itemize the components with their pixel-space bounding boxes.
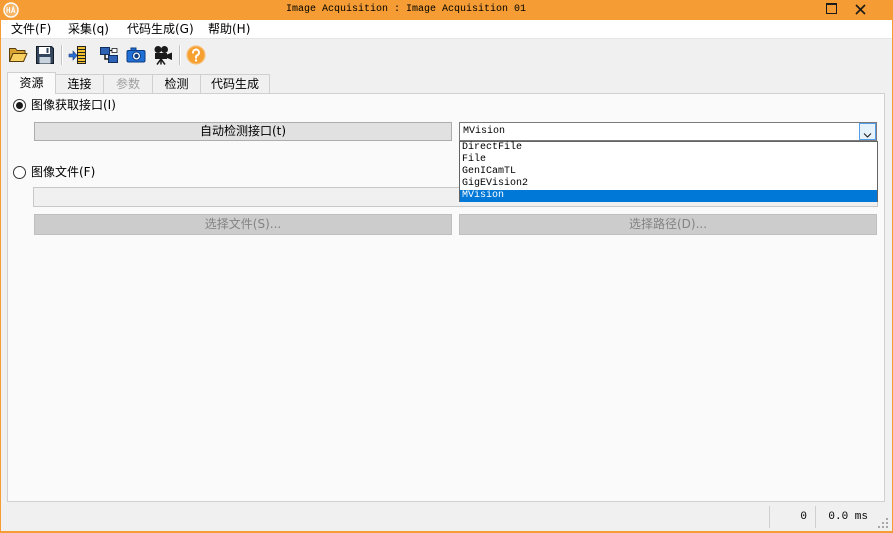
dropdown-option[interactable]: MVision: [460, 190, 877, 202]
toolbar-separator: [179, 45, 181, 65]
open-folder-icon: [8, 45, 28, 65]
close-icon: [855, 4, 866, 15]
select-path-button[interactable]: 选择路径(D)...: [459, 214, 877, 235]
minimize-button[interactable]: [790, 0, 817, 22]
connect-icon: [99, 45, 119, 65]
help-icon: [186, 45, 206, 65]
tab-connection[interactable]: 连接: [55, 74, 104, 93]
connect-button[interactable]: [98, 44, 120, 66]
maximize-button[interactable]: [817, 0, 845, 20]
select-file-button[interactable]: 选择文件(S)...: [34, 214, 452, 235]
window-border-left[interactable]: [0, 20, 1, 533]
title-bar[interactable]: Image Acquisition : Image Acquisition 01: [0, 0, 893, 22]
snap-button[interactable]: [125, 44, 147, 66]
interface-radio-button[interactable]: [13, 99, 26, 112]
minimize-icon: [801, 11, 811, 22]
save-icon: [35, 45, 55, 65]
dropdown-option[interactable]: File: [460, 154, 877, 166]
menu-help[interactable]: 帮助(H): [205, 20, 253, 38]
combobox-dropdown-button[interactable]: [859, 123, 876, 140]
save-button[interactable]: [34, 44, 56, 66]
live-button[interactable]: [152, 44, 174, 66]
live-icon: [153, 45, 173, 65]
dropdown-option[interactable]: DirectFile: [460, 142, 877, 154]
chevron-down-icon: [863, 128, 872, 138]
menu-acquisition[interactable]: 采集(q): [65, 20, 112, 38]
menu-bar: 文件(F) 采集(q) 代码生成(G) 帮助(H): [1, 20, 892, 38]
interface-combobox[interactable]: MVision: [459, 122, 877, 141]
tab-inspect[interactable]: 检测: [152, 74, 201, 93]
autodetect-interfaces-button[interactable]: 自动检测接口(t): [34, 122, 452, 141]
window-title: Image Acquisition : Image Acquisition 01: [285, 4, 527, 15]
image-file-radio-label[interactable]: 图像文件(F): [31, 165, 95, 179]
close-button[interactable]: [845, 0, 891, 20]
dropdown-option[interactable]: GenICamTL: [460, 166, 877, 178]
detect-interface-icon: [68, 45, 88, 65]
resize-grip-icon[interactable]: [877, 517, 889, 529]
detect-interface-button[interactable]: [67, 44, 89, 66]
image-file-radio-button[interactable]: [13, 166, 26, 179]
menu-file[interactable]: 文件(F): [8, 20, 54, 38]
tab-code-generation[interactable]: 代码生成: [200, 74, 270, 93]
status-bar: [1, 503, 892, 531]
open-button[interactable]: [7, 44, 29, 66]
toolbar-separator: [61, 45, 63, 65]
maximize-icon: [826, 3, 837, 14]
combobox-value: MVision: [463, 126, 506, 137]
status-image-count: 0: [769, 506, 815, 528]
tab-resources[interactable]: 资源: [7, 72, 56, 94]
menu-code-generation[interactable]: 代码生成(G): [124, 20, 197, 38]
snap-icon: [126, 45, 146, 65]
status-acquisition-time: 0.0 ms: [815, 506, 876, 528]
dropdown-option[interactable]: GigEVision2: [460, 178, 877, 190]
toolbar: [1, 38, 892, 69]
tab-parameters[interactable]: 参数: [103, 74, 153, 93]
help-button[interactable]: [185, 44, 207, 66]
interface-radio-label[interactable]: 图像获取接口(I): [31, 98, 116, 112]
interface-dropdown-list: DirectFile File GenICamTL GigEVision2 MV…: [459, 141, 878, 202]
